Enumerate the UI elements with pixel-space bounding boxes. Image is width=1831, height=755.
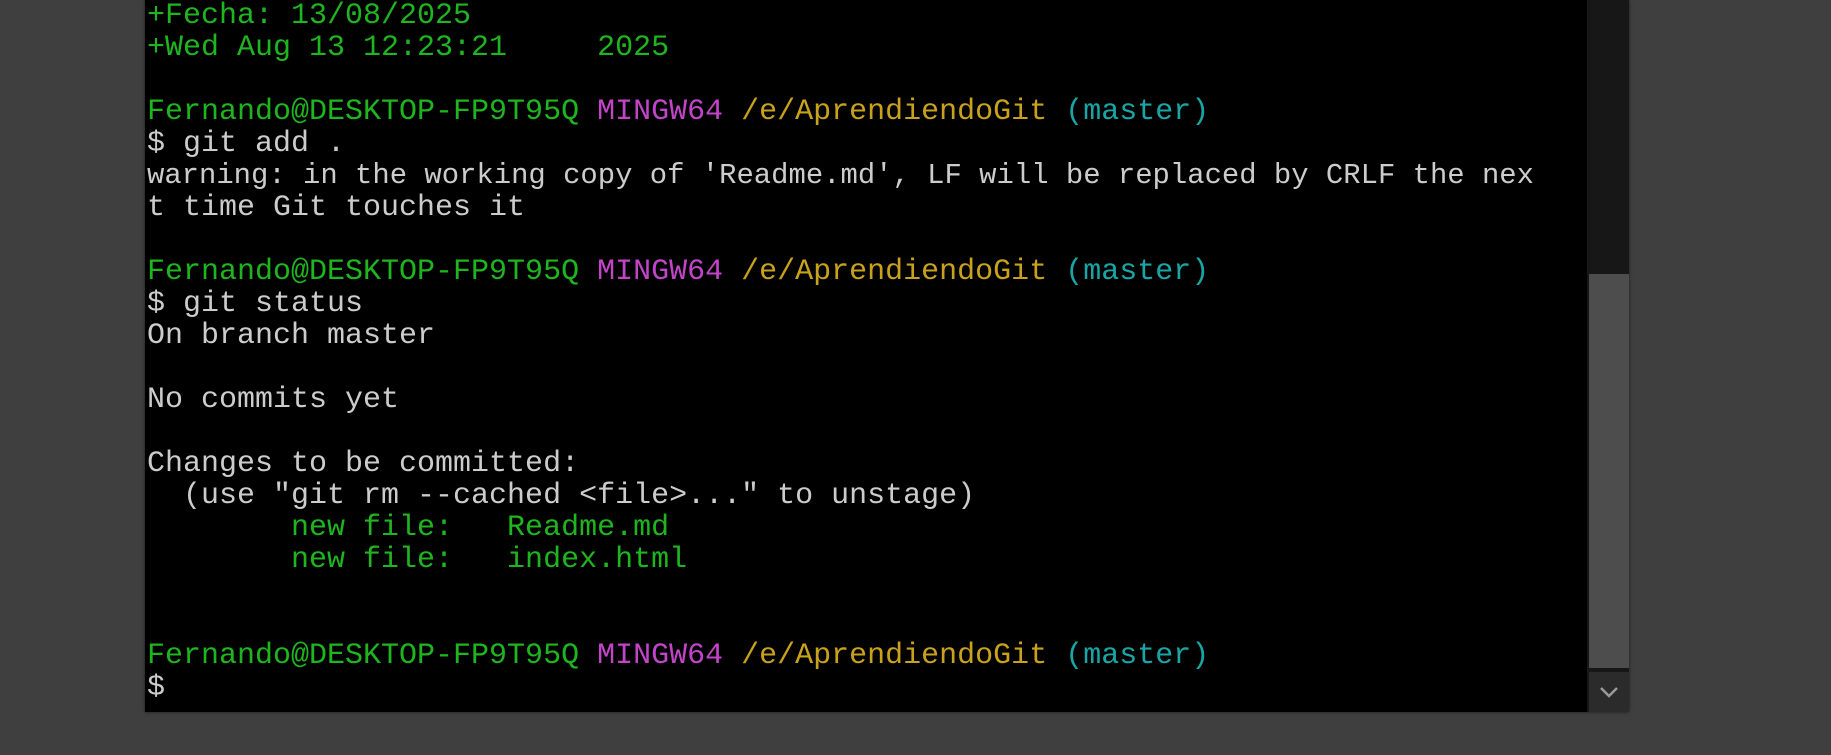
terminal-line: warning: in the working copy of 'Readme.… xyxy=(147,160,1585,192)
terminal-text-segment: MINGW64 xyxy=(597,95,724,129)
terminal-line: +Wed Aug 13 12:23:21 2025 xyxy=(147,32,1585,64)
terminal-line: +Fecha: 13/08/2025 xyxy=(147,0,1585,32)
terminal-text-segment: warning: in the working copy of 'Readme.… xyxy=(147,159,1534,192)
terminal-text-segment: t time Git touches it xyxy=(147,191,526,225)
terminal-text-segment: On branch master xyxy=(147,319,436,353)
terminal-line: Fernando@DESKTOP-FP9T95Q MINGW64 /e/Apre… xyxy=(147,640,1585,672)
terminal-line: $ git add . xyxy=(147,128,1585,160)
terminal-line: new file: Readme.md xyxy=(147,512,1585,544)
terminal-text-segment: $ git add . xyxy=(147,127,346,161)
terminal-window[interactable]: +Fecha: 13/08/2025 +Wed Aug 13 12:23:21 2… xyxy=(145,0,1629,712)
terminal-text-segment: Fernando@DESKTOP-FP9T95Q xyxy=(147,255,580,289)
terminal-line: No commits yet xyxy=(147,384,1585,416)
terminal-line: (use "git rm --cached <file>..." to unst… xyxy=(147,480,1585,512)
terminal-line: On branch master xyxy=(147,320,1585,352)
terminal-line: $ git status xyxy=(147,288,1585,320)
terminal-line: t time Git touches it xyxy=(147,192,1585,224)
terminal-text-segment: new file: index.html xyxy=(147,543,688,577)
terminal-text-segment: /e/AprendiendoGit xyxy=(741,639,1048,673)
terminal-text-segment: MINGW64 xyxy=(597,639,724,673)
terminal-text-segment: $ git status xyxy=(147,287,364,321)
terminal-output[interactable]: +Fecha: 13/08/2025 +Wed Aug 13 12:23:21 2… xyxy=(145,0,1585,712)
terminal-text-segment: /e/AprendiendoGit xyxy=(741,255,1048,289)
terminal-text-segment: (master) xyxy=(1065,255,1210,289)
terminal-text-segment: (master) xyxy=(1065,639,1210,673)
chevron-down-icon xyxy=(1600,687,1618,698)
terminal-text-segment: (use "git rm --cached <file>..." to unst… xyxy=(147,479,976,513)
terminal-line: Fernando@DESKTOP-FP9T95Q MINGW64 /e/Apre… xyxy=(147,256,1585,288)
terminal-text-segment: new file: Readme.md xyxy=(147,511,670,545)
terminal-text-segment: +Wed Aug 13 12:23:21 2025 xyxy=(147,31,670,65)
scroll-down-button[interactable] xyxy=(1589,672,1629,712)
vertical-scrollbar[interactable] xyxy=(1587,0,1629,712)
terminal-line: Changes to be committed: xyxy=(147,448,1585,480)
terminal-text-segment: MINGW64 xyxy=(597,255,724,289)
terminal-text-segment: /e/AprendiendoGit xyxy=(741,95,1048,129)
terminal-text-segment: (master) xyxy=(1065,95,1210,129)
terminal-text-segment: $ xyxy=(147,671,166,705)
terminal-text-segment: +Fecha: 13/08/2025 xyxy=(147,0,472,33)
terminal-text-segment: Fernando@DESKTOP-FP9T95Q xyxy=(147,639,580,673)
terminal-text-segment: No commits yet xyxy=(147,383,400,417)
scrollbar-thumb[interactable] xyxy=(1589,274,1629,668)
terminal-text-segment: Fernando@DESKTOP-FP9T95Q xyxy=(147,95,580,129)
terminal-line: $ xyxy=(147,672,1585,704)
terminal-text-segment: Changes to be committed: xyxy=(147,447,580,481)
terminal-line: Fernando@DESKTOP-FP9T95Q MINGW64 /e/Apre… xyxy=(147,96,1585,128)
terminal-line: new file: index.html xyxy=(147,544,1585,576)
